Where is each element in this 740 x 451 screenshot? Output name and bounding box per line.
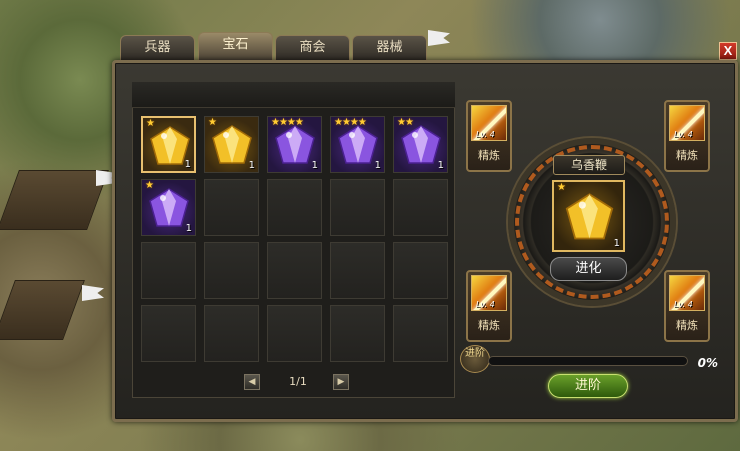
item-name-plate: 乌香鞭 [553, 155, 625, 175]
inventory-slot[interactable] [141, 305, 196, 362]
background-building [0, 170, 109, 230]
inventory-slot[interactable] [267, 305, 322, 362]
item-quantity: 1 [248, 160, 255, 171]
inventory-slot[interactable]: ★ 1 [204, 116, 259, 173]
close-button[interactable]: X [719, 42, 737, 60]
star-rating: ★★ [397, 117, 414, 128]
item-quantity: 1 [184, 159, 191, 170]
star-rating: ★ [145, 180, 154, 191]
refine-label: 精炼 [478, 149, 500, 162]
refine-slot-top-left[interactable]: Lv. 4 精炼 [466, 100, 512, 172]
item-quantity: 1 [437, 160, 444, 171]
refine-slot-bottom-right[interactable]: Lv. 4 精炼 [664, 270, 710, 342]
item-quantity: 1 [311, 160, 318, 171]
tab-weapons[interactable]: 兵器 [120, 35, 195, 61]
inventory-slot[interactable]: ★★★★ 1 [330, 116, 385, 173]
inventory-slot[interactable] [393, 242, 448, 299]
progress-label-badge: 进阶 [460, 345, 490, 373]
sword-slash-icon: Lv. 4 [471, 275, 507, 311]
item-quantity: 1 [613, 238, 620, 249]
tab-gems[interactable]: 宝石 [198, 32, 273, 61]
item-quantity: 1 [185, 223, 192, 234]
advance-progress-bar [488, 356, 688, 366]
inventory-slot[interactable] [204, 179, 259, 236]
inventory-slot[interactable] [330, 305, 385, 362]
tab-machinery[interactable]: 器械 [352, 35, 427, 61]
inventory-slot[interactable] [393, 179, 448, 236]
flag-icon [82, 285, 104, 301]
inventory-slot[interactable] [204, 305, 259, 362]
refine-slot-bottom-left[interactable]: Lv. 4 精炼 [466, 270, 512, 342]
sword-slash-icon: Lv. 4 [669, 275, 705, 311]
page-indicator: 1/1 [289, 375, 307, 388]
inventory-slot[interactable]: ★★ 1 [393, 116, 448, 173]
sword-slash-icon: Lv. 4 [471, 105, 507, 141]
refine-slot-top-right[interactable]: Lv. 4 精炼 [664, 100, 710, 172]
evolve-target-slot[interactable]: ★ 1 [552, 180, 625, 252]
inventory-header-bar [132, 82, 455, 108]
tab-guild[interactable]: 商会 [275, 35, 350, 61]
inventory-slot[interactable] [204, 242, 259, 299]
refine-label: 精炼 [676, 149, 698, 162]
star-rating: ★★★★ [271, 117, 304, 128]
progress-percent: 0% [697, 356, 718, 370]
inventory-slot[interactable] [267, 179, 322, 236]
gold-gem-icon [562, 190, 617, 244]
refine-label: 精炼 [676, 319, 698, 332]
prev-page-button[interactable]: ◀ [244, 374, 260, 390]
star-rating: ★★★★ [334, 117, 367, 128]
background-building [0, 280, 85, 340]
inventory-slot[interactable]: ★ 1 [141, 179, 196, 236]
star-rating: ★ [208, 117, 217, 128]
advance-button[interactable]: 进阶 [548, 374, 628, 398]
inventory-slot[interactable] [141, 242, 196, 299]
star-rating: ★ [146, 118, 155, 129]
inventory-slot[interactable] [393, 305, 448, 362]
flag-icon [428, 30, 450, 46]
inventory-slot[interactable] [267, 242, 322, 299]
sword-slash-icon: Lv. 4 [669, 105, 705, 141]
refine-label: 精炼 [478, 319, 500, 332]
star-rating: ★ [557, 182, 566, 193]
item-quantity: 1 [374, 160, 381, 171]
inventory-slot[interactable] [330, 179, 385, 236]
inventory-slot[interactable] [330, 242, 385, 299]
next-page-button[interactable]: ▶ [333, 374, 349, 390]
inventory-slot[interactable]: ★★★★ 1 [267, 116, 322, 173]
evolve-button[interactable]: 进化 [550, 257, 627, 281]
inventory-slot[interactable]: ★ 1 [141, 116, 196, 173]
